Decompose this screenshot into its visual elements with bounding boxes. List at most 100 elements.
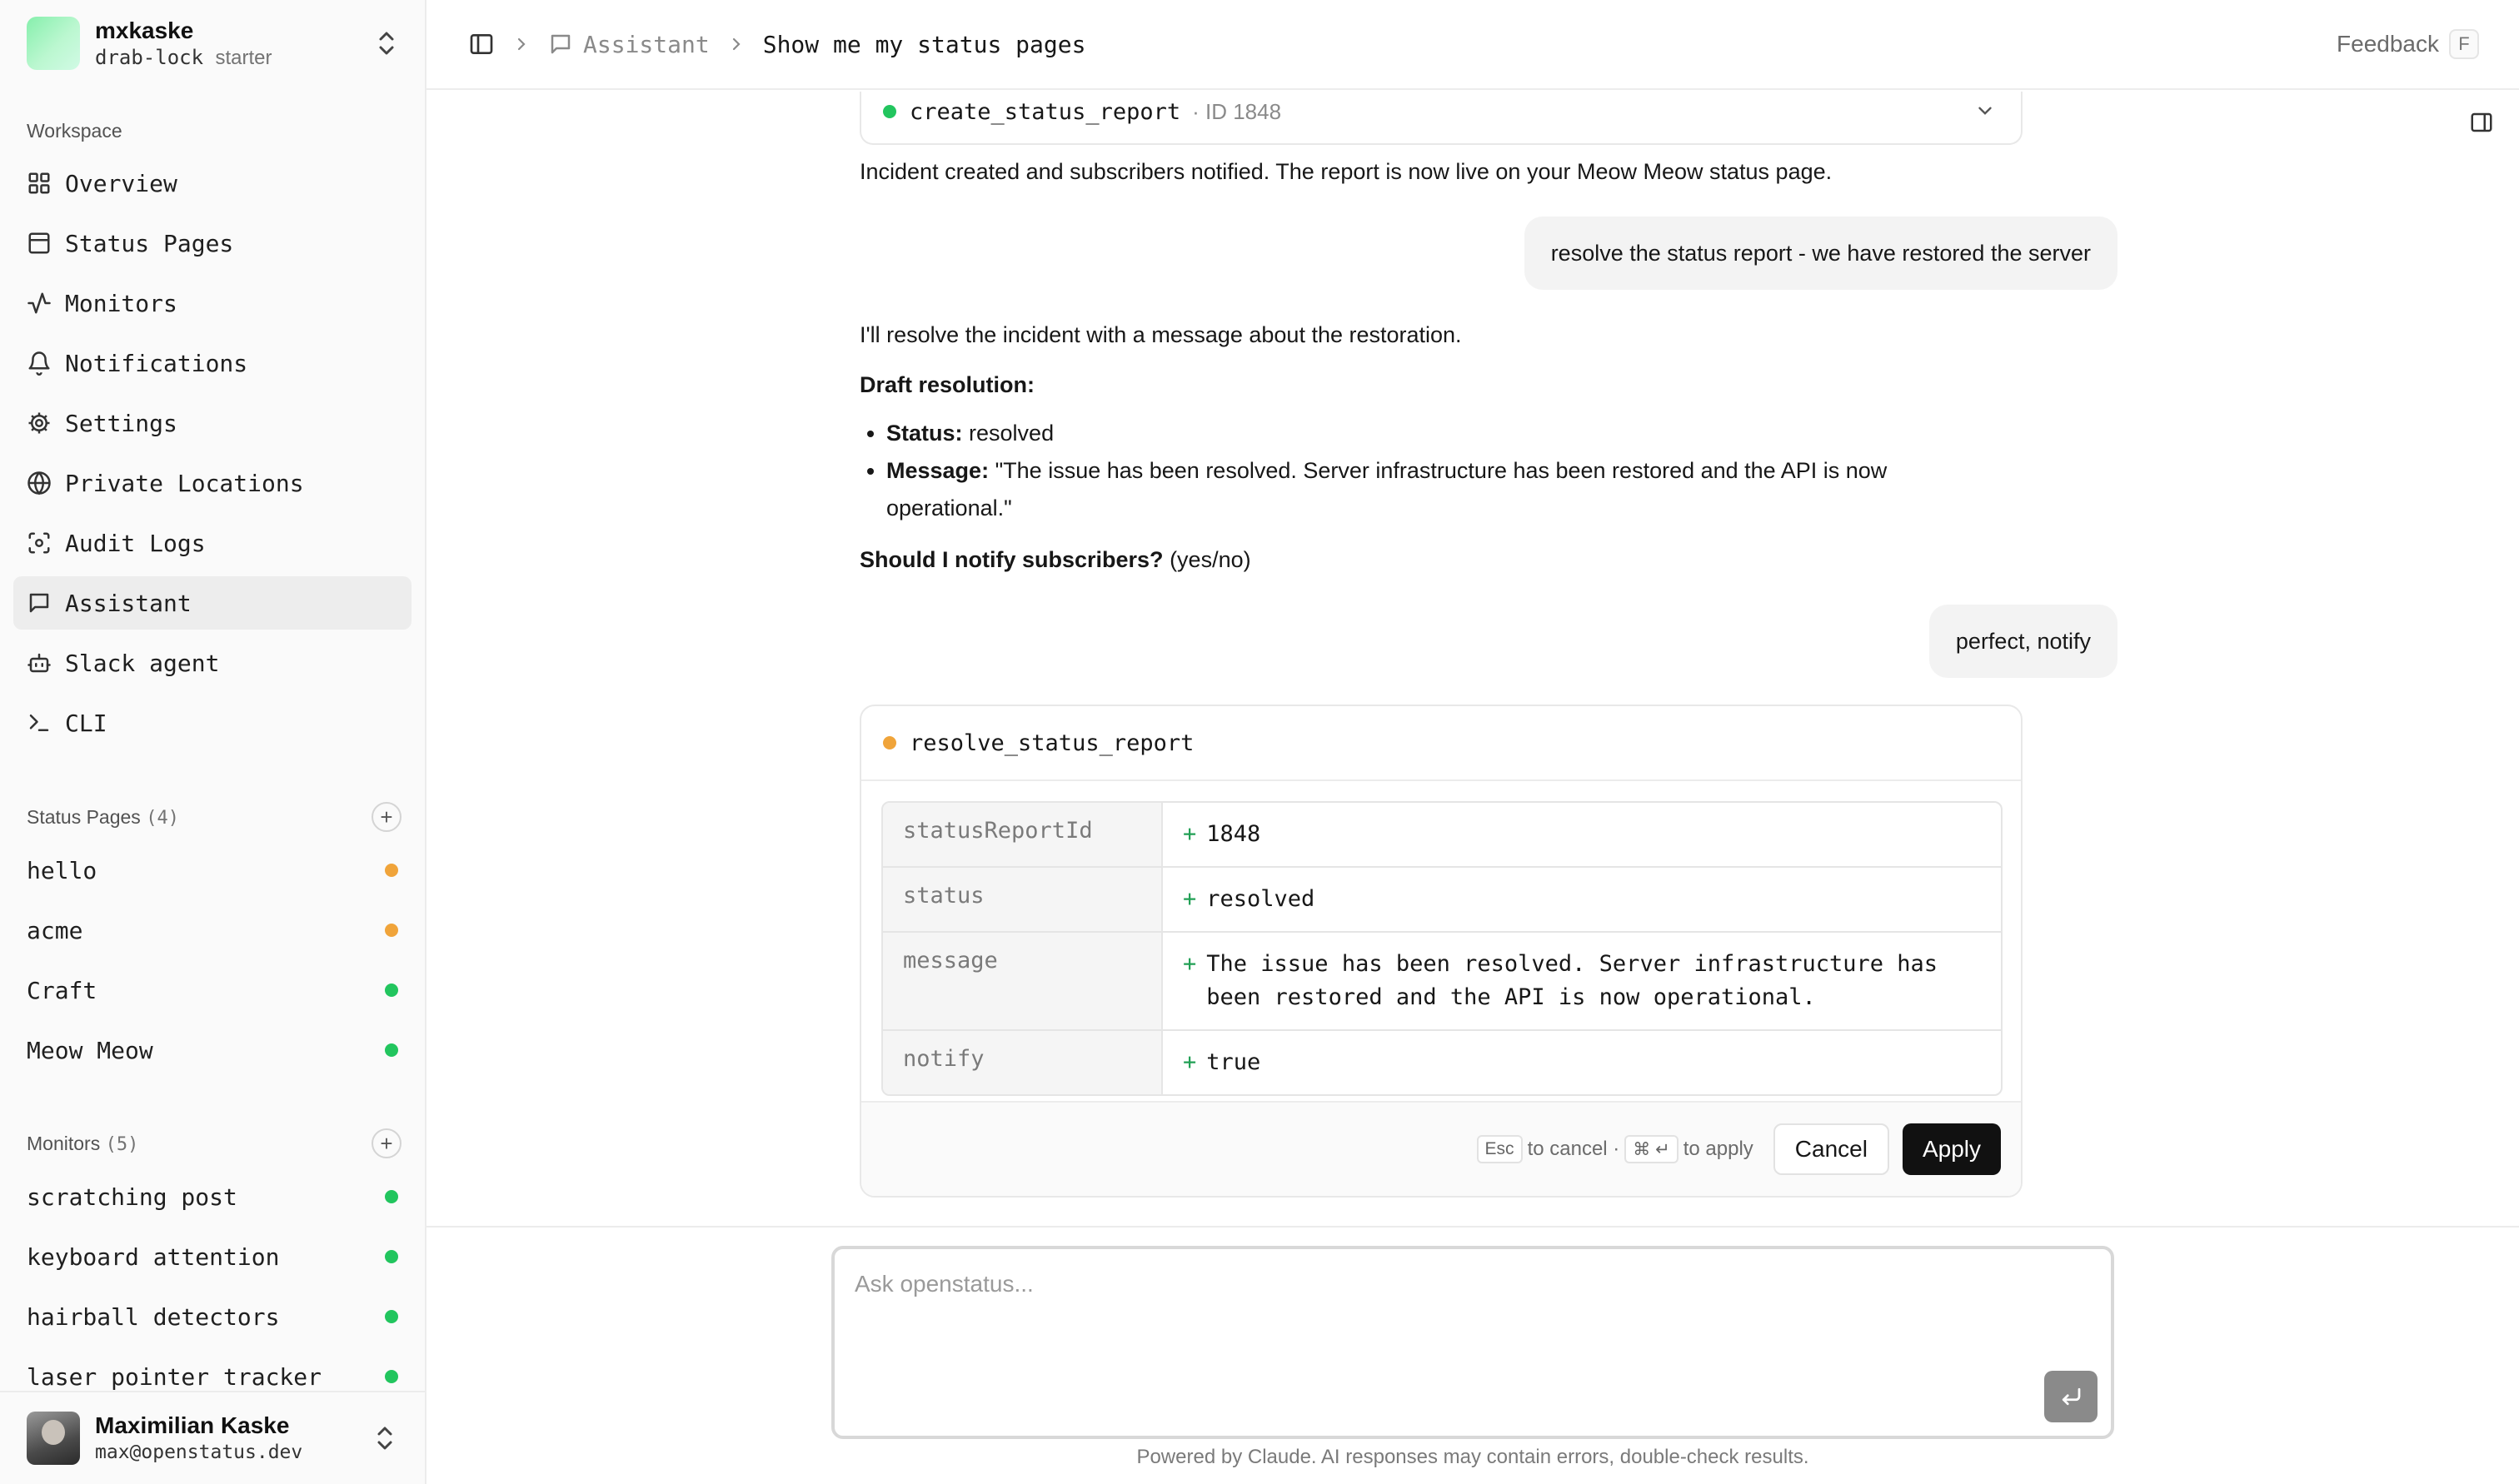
enter-icon [2062, 1387, 2081, 1406]
sidebar-item-label: Settings [65, 409, 177, 437]
chevron-down-icon [1974, 100, 1996, 126]
chat-input[interactable] [835, 1249, 2111, 1436]
monitor-label: laser pointer tracker [27, 1362, 322, 1391]
monitor-label: hairball detectors [27, 1302, 280, 1331]
sidebar-item-label: Slack agent [65, 649, 220, 677]
tool-call-approval-card: resolve_status_report statusReportId +18… [860, 705, 2023, 1198]
workspace-logo [27, 17, 80, 70]
status-page-label: acme [27, 916, 83, 944]
table-row: status + resolved [883, 868, 2001, 933]
monitors-section-label: Monitors (5) [27, 1133, 139, 1155]
cmd-enter-key: ⌘ ↵ [1624, 1135, 1679, 1163]
chevron-right-icon [513, 34, 530, 54]
status-page-label: hello [27, 856, 97, 884]
breadcrumb-current-page: Show me my status pages [762, 30, 1086, 58]
sidebar-item-assistant[interactable]: Assistant [13, 576, 412, 630]
tool-name: create_status_report [910, 98, 1181, 125]
sidebar-item-label: Private Locations [65, 469, 304, 497]
disclaimer: Powered by Claude. AI responses may cont… [1136, 1446, 1809, 1468]
main-nav: Overview Status Pages Monitors Notificat… [13, 157, 412, 756]
status-page-item[interactable]: Meow Meow [13, 1023, 412, 1077]
status-page-item[interactable]: Craft [13, 964, 412, 1017]
workspace-switcher[interactable]: mxkaske drab-lock starter [13, 10, 413, 77]
arg-key: message [883, 933, 1163, 1029]
user-message: resolve the status report - we have rest… [1524, 217, 2117, 290]
gear-icon [28, 412, 50, 434]
sidebar-item-audit-logs[interactable]: Audit Logs [13, 516, 412, 570]
sidebar-toggle-icon[interactable] [468, 31, 495, 57]
status-dot [385, 984, 398, 997]
status-dot [385, 864, 398, 877]
sidebar-item-settings[interactable]: Settings [13, 396, 412, 450]
layout-icon [28, 232, 50, 254]
sidebar: mxkaske drab-lock starter Workspace Over… [0, 0, 426, 1484]
sidebar-item-slack-agent[interactable]: Slack agent [13, 636, 412, 690]
arg-key: statusReportId [883, 803, 1163, 866]
chevrons-up-down-icon [372, 1422, 398, 1455]
draft-heading: Draft resolution: [860, 372, 1035, 397]
breadcrumb-assistant[interactable]: Assistant [548, 31, 710, 58]
chat-input-box [831, 1246, 2114, 1439]
status-dot [385, 1190, 398, 1203]
monitor-item[interactable]: scratching post [13, 1170, 412, 1223]
arg-value: + The issue has been resolved. Server inf… [1163, 933, 2001, 1029]
scan-icon [28, 532, 50, 554]
composer-area: Powered by Claude. AI responses may cont… [426, 1226, 2519, 1484]
status-pages-count: (4) [146, 808, 179, 829]
feedback-shortcut: F [2449, 29, 2479, 59]
send-button[interactable] [2044, 1371, 2098, 1422]
tool-arguments-table: statusReportId +1848 status + resolved me… [881, 801, 2003, 1096]
feedback-label: Feedback [2337, 31, 2439, 57]
arg-value: +1848 [1163, 803, 2001, 866]
table-row: statusReportId +1848 [883, 803, 2001, 868]
arg-key: status [883, 868, 1163, 931]
status-page-label: Meow Meow [27, 1036, 153, 1064]
assistant-message: I'll resolve the incident with a message… [860, 322, 1462, 347]
sidebar-item-overview[interactable]: Overview [13, 157, 412, 210]
chat-thread: create_status_report · ID 1848 Incident … [426, 92, 2519, 1226]
workspace-plan: starter [215, 46, 272, 69]
add-status-page-button[interactable]: + [372, 802, 402, 832]
draft-list: Status: resolved Message: "The issue has… [860, 415, 2009, 527]
tool-call-collapsed[interactable]: create_status_report · ID 1848 [860, 92, 2023, 145]
keyboard-hint: Esc to cancel · ⌘ ↵ to apply [1472, 1135, 1753, 1163]
monitor-item[interactable]: hairball detectors [13, 1290, 412, 1343]
table-row: notify + true [883, 1031, 2001, 1094]
status-dot [385, 1310, 398, 1323]
sidebar-item-cli[interactable]: CLI [13, 696, 412, 749]
chat-icon [29, 593, 49, 613]
sidebar-item-status-pages[interactable]: Status Pages [13, 217, 412, 270]
tool-name: resolve_status_report [910, 730, 1195, 756]
cancel-button[interactable]: Cancel [1773, 1123, 1889, 1175]
arg-value: + resolved [1163, 868, 2001, 931]
bell-icon [28, 351, 50, 376]
plus-icon: + [380, 804, 393, 829]
sidebar-item-label: Status Pages [65, 229, 234, 257]
sidebar-item-private-locations[interactable]: Private Locations [13, 456, 412, 510]
top-bar: Assistant Show me my status pages Feedba… [426, 0, 2519, 90]
assistant-message: Incident created and subscribers notifie… [860, 159, 1833, 184]
sidebar-item-notifications[interactable]: Notifications [13, 336, 412, 390]
status-page-item[interactable]: acme [13, 904, 412, 957]
feedback-button[interactable]: Feedback F [2337, 29, 2479, 59]
chevrons-up-down-icon [373, 27, 400, 60]
status-dot [385, 1250, 398, 1263]
monitor-item[interactable]: keyboard attention [13, 1230, 412, 1283]
sidebar-item-label: Overview [65, 169, 177, 197]
monitors-list: scratching post keyboard attention hairb… [13, 1170, 412, 1410]
terminal-icon [29, 715, 49, 731]
bot-icon [27, 653, 51, 673]
add-monitor-button[interactable]: + [372, 1128, 402, 1158]
status-pages-section-label: Status Pages (4) [27, 806, 179, 829]
tool-report-id: · ID 1848 [1192, 98, 1282, 124]
plus-icon: + [1183, 1049, 1197, 1075]
plus-icon: + [1183, 821, 1197, 847]
sidebar-item-label: CLI [65, 709, 107, 737]
tool-actions: Esc to cancel · ⌘ ↵ to apply Cancel Appl… [861, 1101, 2021, 1196]
sidebar-item-monitors[interactable]: Monitors [13, 276, 412, 330]
user-menu[interactable]: Maximilian Kaske max@openstatus.dev [0, 1391, 425, 1484]
status-dot [883, 105, 896, 118]
apply-button[interactable]: Apply [1902, 1123, 2001, 1175]
status-pages-list: hello acme Craft Meow Meow [13, 844, 412, 1083]
status-page-item[interactable]: hello [13, 844, 412, 897]
